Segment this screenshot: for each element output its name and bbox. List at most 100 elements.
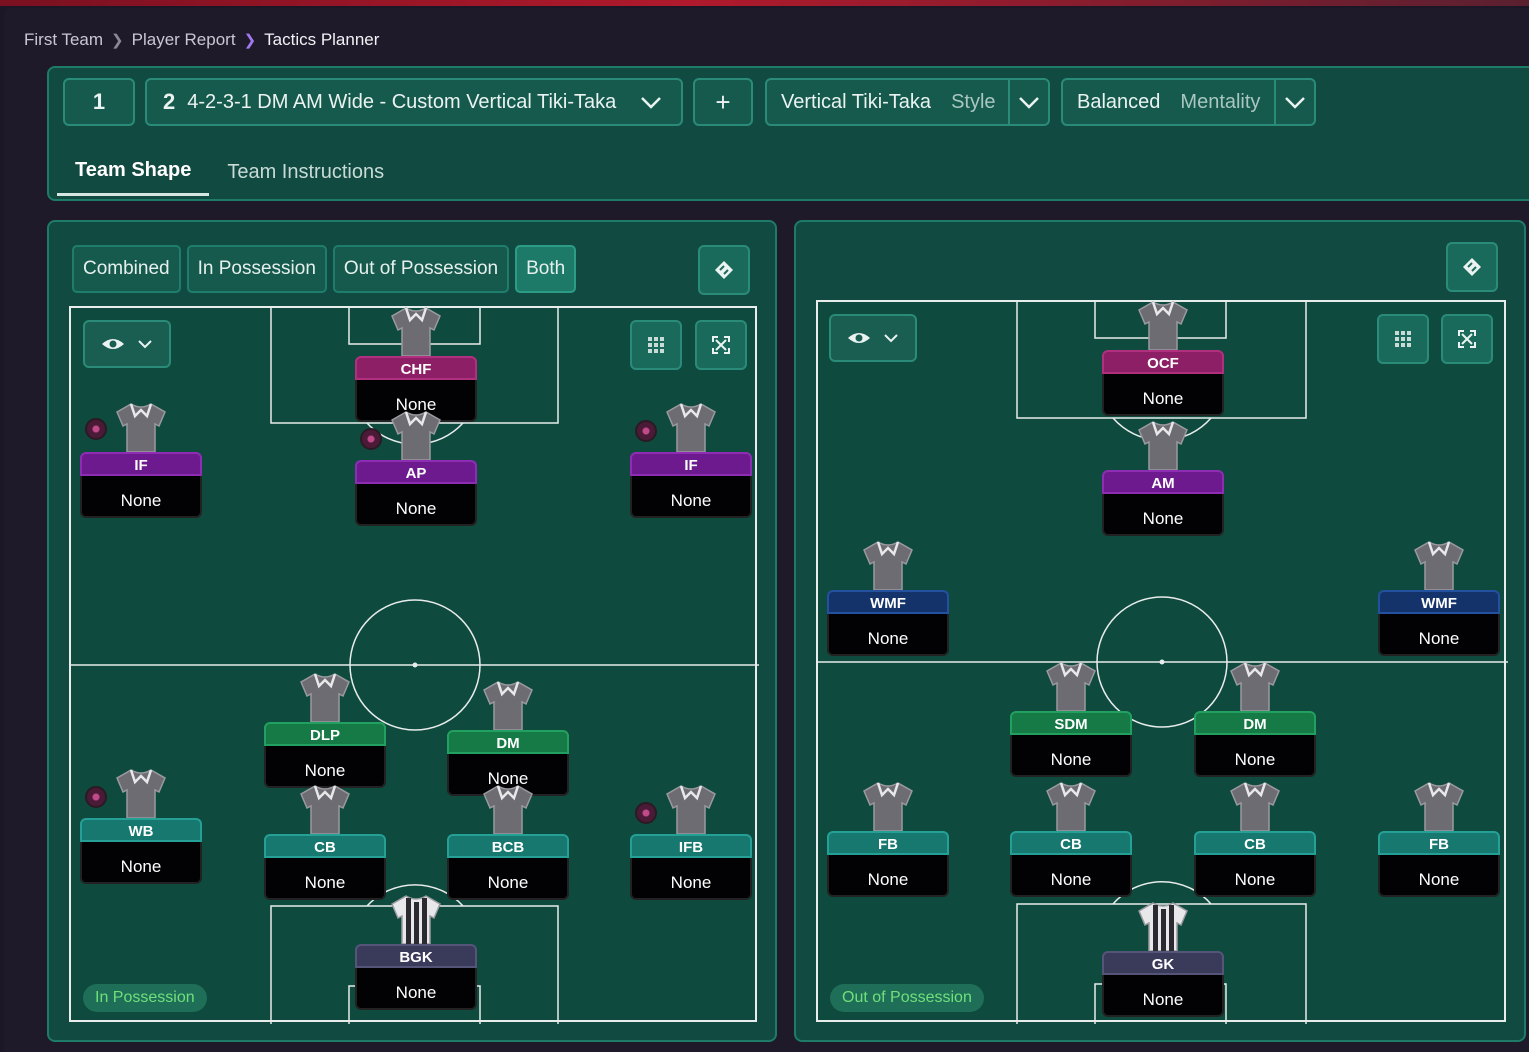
player-slot-bcb[interactable]: BCB None (447, 785, 569, 902)
in-possession-badge: In Possession (83, 984, 207, 1012)
player-name: None (827, 855, 949, 897)
player-role: DLP (264, 722, 386, 746)
tactic-slot-1-button[interactable]: 1 (63, 78, 135, 126)
player-role: FB (827, 831, 949, 855)
eye-icon (848, 333, 870, 343)
player-role: CB (1194, 831, 1316, 855)
player-slot-wmf-left[interactable]: WMF None (827, 541, 949, 658)
player-name: None (1194, 735, 1316, 777)
tab-team-shape[interactable]: Team Shape (57, 148, 210, 196)
out-of-possession-pitch-panel: OCF None AM None WMF None WMF None SDM N… (794, 220, 1526, 1042)
player-slot-fb-right[interactable]: FB None (1378, 782, 1500, 899)
shirt-icon (116, 769, 166, 819)
player-name: None (1102, 374, 1224, 416)
player-slot-ap[interactable]: AP None (355, 411, 477, 528)
filter-out-of-possession-button[interactable]: Out of Possession (332, 245, 510, 293)
shirt-icon (1138, 421, 1188, 471)
in-possession-pitch-panel: Combined In Possession Out of Possession… (47, 220, 777, 1042)
filter-combined-button[interactable]: Combined (72, 245, 181, 293)
chevron-right-icon: ❯ (111, 32, 124, 49)
shirt-icon (300, 785, 350, 835)
style-selector[interactable]: Vertical Tiki-Taka Style (765, 78, 1050, 126)
add-tactic-button[interactable]: + (693, 78, 753, 126)
visibility-dropdown[interactable] (83, 320, 171, 368)
player-role: IF (630, 452, 752, 476)
grid-icon (648, 337, 664, 353)
player-role: DM (447, 730, 569, 754)
chevron-down-icon (138, 340, 152, 349)
tactic-tabs: Team Shape Team Instructions (57, 148, 402, 196)
expand-button[interactable] (1441, 314, 1493, 364)
tactic-selector-dropdown[interactable]: 2 4-2-3-1 DM AM Wide - Custom Vertical T… (145, 78, 683, 126)
player-role: WMF (1378, 590, 1500, 614)
grid-view-button[interactable] (630, 320, 682, 370)
breadcrumb-first-team[interactable]: First Team (24, 30, 103, 50)
player-slot-bgk[interactable]: BGK None (355, 895, 477, 1012)
player-name: None (355, 484, 477, 526)
shirt-icon (483, 785, 533, 835)
player-role: SDM (1010, 711, 1132, 735)
player-name: None (264, 746, 386, 788)
player-slot-wb[interactable]: WB None (80, 769, 202, 886)
player-name: None (264, 858, 386, 900)
breadcrumb-player-report[interactable]: Player Report (132, 30, 236, 50)
player-slot-dm[interactable]: DM None (1194, 662, 1316, 779)
player-slot-gk[interactable]: GK None (1102, 902, 1224, 1019)
player-name: None (1378, 855, 1500, 897)
player-role: WB (80, 818, 202, 842)
instruction-dot-icon (85, 786, 107, 808)
filter-both-button[interactable]: Both (515, 245, 577, 293)
eye-icon (102, 339, 124, 349)
shirt-icon (1230, 662, 1280, 712)
shirt-icon (1046, 662, 1096, 712)
expand-button[interactable] (695, 320, 747, 370)
player-slot-wmf-right[interactable]: WMF None (1378, 541, 1500, 658)
visibility-dropdown[interactable] (829, 314, 917, 362)
player-role: AM (1102, 470, 1224, 494)
instruction-dot-icon (635, 802, 657, 824)
player-slot-ocf[interactable]: OCF None (1102, 301, 1224, 418)
player-slot-cb[interactable]: CB None (264, 785, 386, 902)
breadcrumb: First Team ❯ Player Report ❯ Tactics Pla… (24, 30, 379, 50)
player-slot-fb-left[interactable]: FB None (827, 782, 949, 899)
tactics-board-icon (715, 261, 733, 279)
player-name: None (1102, 975, 1224, 1017)
player-name: None (1378, 614, 1500, 656)
player-slot-if-left[interactable]: IF None (80, 403, 202, 520)
player-slot-ifb[interactable]: IFB None (630, 785, 752, 902)
chevron-down-icon (1019, 97, 1039, 109)
shirt-icon (666, 403, 716, 453)
player-name: None (630, 476, 752, 518)
player-slot-cb-left[interactable]: CB None (1010, 782, 1132, 899)
style-dropdown-toggle[interactable] (1008, 80, 1048, 124)
tactics-board-button[interactable] (1446, 242, 1498, 292)
player-slot-dlp[interactable]: DLP None (264, 673, 386, 790)
player-slot-if-right[interactable]: IF None (630, 403, 752, 520)
player-role: IFB (630, 834, 752, 858)
tactic-header-panel: 1 2 4-2-3-1 DM AM Wide - Custom Vertical… (47, 66, 1529, 201)
tactics-board-icon (1463, 258, 1481, 276)
goalkeeper-shirt-icon (1138, 902, 1188, 952)
window-top-strip (0, 0, 1529, 6)
tactics-board-button[interactable] (698, 245, 750, 295)
shirt-icon (483, 681, 533, 731)
filter-in-possession-button[interactable]: In Possession (186, 245, 327, 293)
tab-team-instructions[interactable]: Team Instructions (209, 148, 402, 196)
mentality-selector[interactable]: Balanced Mentality (1061, 78, 1316, 126)
shirt-icon (391, 307, 441, 357)
player-slot-sdm[interactable]: SDM None (1010, 662, 1132, 779)
player-slot-cb-right[interactable]: CB None (1194, 782, 1316, 899)
player-name: None (1194, 855, 1316, 897)
player-role: CHF (355, 356, 477, 380)
mentality-dropdown-toggle[interactable] (1274, 80, 1314, 124)
shirt-icon (1230, 782, 1280, 832)
grid-view-button[interactable] (1377, 314, 1429, 364)
player-role: GK (1102, 951, 1224, 975)
player-name: None (1010, 735, 1132, 777)
style-value: Vertical Tiki-Taka (781, 90, 932, 113)
player-name: None (1010, 855, 1132, 897)
player-role: FB (1378, 831, 1500, 855)
shirt-icon (863, 541, 913, 591)
pitch-field: CHF None IF None AP None IF None DLP Non… (69, 306, 759, 1024)
player-slot-am[interactable]: AM None (1102, 421, 1224, 538)
